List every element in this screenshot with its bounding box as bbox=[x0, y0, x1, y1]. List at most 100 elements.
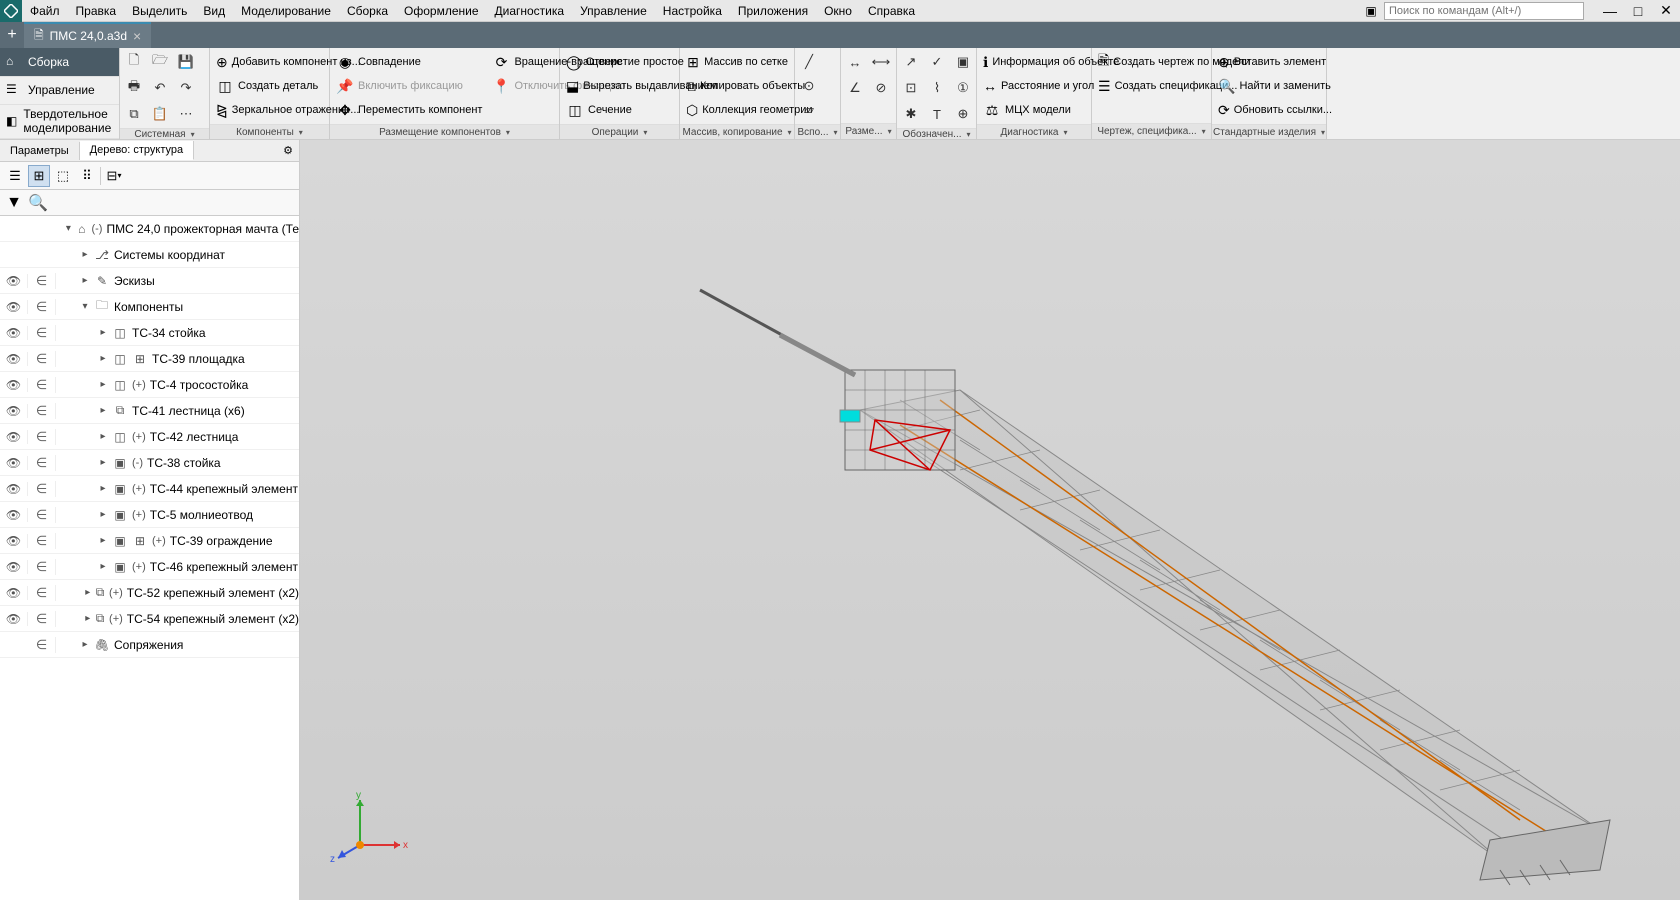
chevron-down-icon[interactable] bbox=[297, 127, 303, 138]
tree-row[interactable]: 👁∈▸✎Эскизы bbox=[0, 268, 299, 294]
menu-help[interactable]: Справка bbox=[860, 1, 923, 21]
tree-row[interactable]: 👁∈▸◫ТС-34 стойка bbox=[0, 320, 299, 346]
visibility-toggle[interactable]: 👁 bbox=[0, 300, 28, 314]
menu-view[interactable]: Вид bbox=[195, 1, 233, 21]
expand-icon[interactable]: ▾ bbox=[80, 301, 90, 312]
expand-icon[interactable]: ▸ bbox=[98, 379, 108, 390]
expand-icon[interactable]: ▸ bbox=[98, 561, 108, 572]
more-icon[interactable]: ⋯ bbox=[174, 102, 198, 126]
chevron-down-icon[interactable] bbox=[965, 129, 971, 140]
mode-manage[interactable]: ☰ Управление bbox=[0, 77, 119, 106]
include-toggle[interactable]: ∈ bbox=[28, 351, 56, 367]
menu-manage[interactable]: Управление bbox=[572, 1, 655, 21]
aux-line-icon[interactable]: ╱ bbox=[797, 50, 821, 74]
include-toggle[interactable]: ∈ bbox=[28, 481, 56, 497]
tree-row[interactable]: ▸⎇Системы координат bbox=[0, 242, 299, 268]
include-toggle[interactable]: ∈ bbox=[28, 559, 56, 575]
include-toggle[interactable]: ∈ bbox=[28, 377, 56, 393]
tree-mode3-icon[interactable]: ⬚ bbox=[52, 165, 74, 187]
mark-icon[interactable]: ✱ bbox=[899, 102, 923, 126]
panel-settings-icon[interactable]: ⚙ bbox=[277, 144, 299, 157]
roughness-icon[interactable]: ✓ bbox=[925, 50, 949, 74]
center-icon[interactable]: ⊕ bbox=[951, 102, 975, 126]
expand-icon[interactable]: ▸ bbox=[98, 405, 108, 416]
include-toggle[interactable]: ∈ bbox=[28, 455, 56, 471]
print-icon[interactable]: 🖶 bbox=[122, 76, 146, 100]
include-toggle[interactable]: ∈ bbox=[28, 585, 56, 601]
expand-icon[interactable]: ▸ bbox=[80, 275, 90, 286]
tree-row[interactable]: 👁∈▸◫⊞ТС-39 площадка bbox=[0, 346, 299, 372]
tree-mode2-icon[interactable]: ⊞ bbox=[28, 165, 50, 187]
visibility-toggle[interactable]: 👁 bbox=[0, 430, 28, 444]
tree-row[interactable]: 👁∈▸▣(-)ТС-38 стойка bbox=[0, 450, 299, 476]
tree-row[interactable]: 👁∈▸▣(+)ТС-5 молниеотвод bbox=[0, 502, 299, 528]
expand-icon[interactable]: ▸ bbox=[85, 613, 91, 624]
visibility-toggle[interactable]: 👁 bbox=[0, 586, 28, 600]
menu-apps[interactable]: Приложения bbox=[730, 1, 816, 21]
visibility-toggle[interactable]: 👁 bbox=[0, 274, 28, 288]
include-toggle[interactable]: ∈ bbox=[28, 403, 56, 419]
create-drawing-button[interactable]: 🗎Создать чертеж по модели bbox=[1094, 50, 1209, 74]
create-part-button[interactable]: ◫Создать деталь bbox=[212, 74, 327, 98]
enable-fix-button[interactable]: 📌Включить фиксацию bbox=[332, 74, 486, 98]
tree-row[interactable]: 👁∈▾🗀Компоненты bbox=[0, 294, 299, 320]
tree-expand-icon[interactable]: ⊟▾ bbox=[103, 165, 125, 187]
mode-solid[interactable]: ◧ Твердотельное моделирование bbox=[0, 105, 119, 139]
mass-props-button[interactable]: ⚖МЦХ модели bbox=[979, 98, 1089, 122]
menu-window[interactable]: Окно bbox=[816, 1, 860, 21]
obj-info-button[interactable]: ℹИнформация об объекте bbox=[979, 50, 1089, 74]
tree-row[interactable]: 👁∈▸▣⊞(+)ТС-39 ограждение bbox=[0, 528, 299, 554]
tolerance-icon[interactable]: ⊡ bbox=[899, 76, 923, 100]
expand-icon[interactable]: ▸ bbox=[98, 457, 108, 468]
visibility-toggle[interactable]: 👁 bbox=[0, 456, 28, 470]
maximize-button[interactable]: □ bbox=[1624, 0, 1652, 22]
distance-button[interactable]: ↔Расстояние и угол bbox=[979, 74, 1089, 98]
model-tree[interactable]: ▾ ⌂ (-) ПМС 24,0 прожекторная мачта (Те … bbox=[0, 216, 299, 900]
menu-select[interactable]: Выделить bbox=[124, 1, 195, 21]
expand-icon[interactable]: ▸ bbox=[98, 353, 108, 364]
cut-extrude-button[interactable]: ⬓Вырезать выдавливанием bbox=[562, 74, 677, 98]
minimize-button[interactable]: — bbox=[1596, 0, 1624, 22]
expand-icon[interactable]: ▸ bbox=[98, 431, 108, 442]
tree-row[interactable]: 👁∈▸▣(+)ТС-44 крепежный элемент bbox=[0, 476, 299, 502]
section-button[interactable]: ◫Сечение bbox=[562, 98, 677, 122]
angle-dim-icon[interactable]: ∠ bbox=[843, 76, 867, 100]
collection-button[interactable]: ⬡Коллекция геометрии bbox=[682, 98, 792, 122]
viewport-3d[interactable]: ⬜ ⬚ ▦ 🔍▾ ⟲ ⤢▾ ◧ ⬡ 👁▾ ▤▾ ⧫ ⊞ ◫ ✎ ▼▾ ↔ 🖌 bbox=[300, 140, 1680, 900]
balloon-icon[interactable]: ① bbox=[951, 76, 975, 100]
include-toggle[interactable]: ∈ bbox=[28, 273, 56, 289]
panels-icon[interactable]: ▣ bbox=[1360, 0, 1382, 22]
aux-point-icon[interactable]: ⊙ bbox=[797, 74, 821, 98]
include-toggle[interactable]: ∈ bbox=[28, 299, 56, 315]
leader-icon[interactable]: ↗ bbox=[899, 50, 923, 74]
array-grid-button[interactable]: ⊞Массив по сетке bbox=[682, 50, 792, 74]
chevron-down-icon[interactable] bbox=[641, 127, 647, 138]
command-search-input[interactable] bbox=[1384, 2, 1584, 20]
add-component-button[interactable]: ⊕Добавить компонент из... bbox=[212, 50, 327, 74]
visibility-toggle[interactable]: 👁 bbox=[0, 560, 28, 574]
expand-icon[interactable]: ▾ bbox=[65, 223, 72, 234]
coincidence-button[interactable]: ◉Совпадение bbox=[332, 50, 486, 74]
linear-dim-icon[interactable]: ↔ bbox=[843, 50, 867, 74]
include-toggle[interactable]: ∈ bbox=[28, 611, 56, 627]
copy-icon[interactable]: ⧉ bbox=[122, 102, 146, 126]
close-tab-icon[interactable]: × bbox=[133, 28, 141, 44]
save-icon[interactable]: 💾 bbox=[174, 50, 198, 74]
radial-dim-icon[interactable]: ⊘ bbox=[869, 76, 893, 100]
chevron-down-icon[interactable] bbox=[189, 129, 195, 140]
visibility-toggle[interactable]: 👁 bbox=[0, 352, 28, 366]
tree-mode1-icon[interactable]: ☰ bbox=[4, 165, 26, 187]
menu-file[interactable]: Файл bbox=[22, 1, 68, 21]
auto-dim-icon[interactable]: ⟷ bbox=[869, 50, 893, 74]
search-icon[interactable]: 🔍 bbox=[28, 193, 48, 213]
mode-assembly[interactable]: ⌂ Сборка bbox=[0, 48, 119, 77]
visibility-toggle[interactable]: 👁 bbox=[0, 378, 28, 392]
include-toggle[interactable]: ∈ bbox=[28, 637, 56, 653]
expand-icon[interactable]: ▸ bbox=[80, 249, 90, 260]
weld-icon[interactable]: ⌇ bbox=[925, 76, 949, 100]
filter-icon[interactable]: ▼ bbox=[4, 193, 24, 213]
tree-search-input[interactable] bbox=[52, 194, 295, 212]
copy-objects-button[interactable]: ⧉Копировать объекты bbox=[682, 74, 792, 98]
menu-settings[interactable]: Настройка bbox=[655, 1, 730, 21]
find-replace-button[interactable]: 🔍Найти и заменить bbox=[1214, 74, 1324, 98]
